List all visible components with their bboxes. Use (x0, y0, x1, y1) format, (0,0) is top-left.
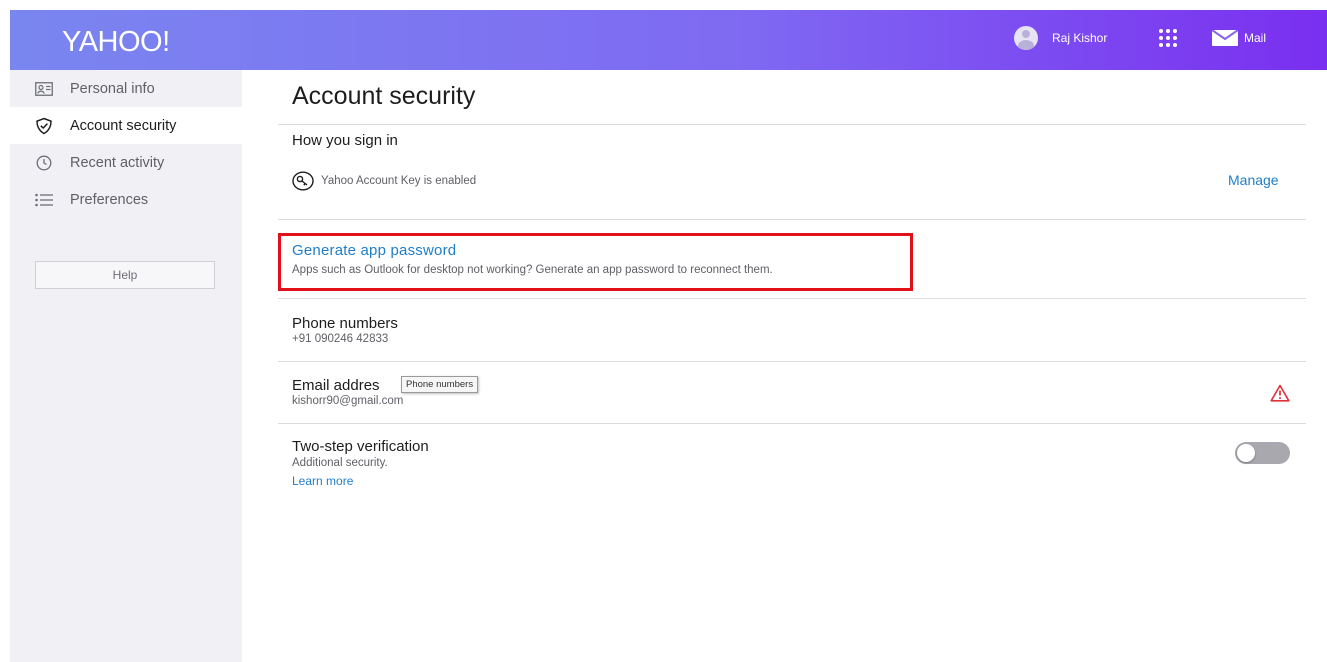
phone-number-value: +91 090246 42833 (292, 333, 389, 345)
warning-icon[interactable] (1270, 384, 1290, 402)
manage-link[interactable]: Manage (1228, 172, 1279, 188)
apps-grid-icon[interactable] (1157, 27, 1179, 49)
section-heading-phone[interactable]: Phone numbers (292, 315, 398, 332)
mail-label: Mail (1244, 31, 1267, 45)
sidebar-item-personal-info[interactable]: Personal info (10, 70, 242, 107)
section-heading-email[interactable]: Email addres (292, 377, 380, 394)
avatar (1014, 26, 1038, 50)
user-name: Raj Kishor (1052, 31, 1108, 45)
id-card-icon (35, 80, 53, 98)
section-heading-sign-in: How you sign in (292, 132, 398, 149)
envelope-icon (1212, 30, 1238, 46)
two-step-toggle[interactable] (1235, 442, 1290, 464)
divider (278, 298, 1306, 299)
mail-link[interactable]: Mail (1212, 30, 1266, 46)
list-icon (35, 191, 53, 209)
sidebar-item-recent-activity[interactable]: Recent activity (10, 144, 242, 181)
sidebar-item-label: Account security (70, 117, 177, 134)
toggle-knob (1237, 444, 1255, 462)
sidebar-item-preferences[interactable]: Preferences (10, 181, 242, 218)
sidebar-item-account-security[interactable]: Account security (10, 107, 242, 144)
generate-app-password-link[interactable]: Generate app password (292, 242, 456, 259)
sidebar-item-label: Personal info (70, 80, 155, 97)
sidebar-item-label: Preferences (70, 191, 149, 208)
yahoo-logo[interactable]: YAHOO! (62, 26, 170, 59)
sidebar-item-label: Recent activity (70, 154, 165, 171)
user-menu[interactable]: Raj Kishor (1014, 26, 1107, 50)
clock-icon (35, 154, 53, 172)
app-password-description: Apps such as Outlook for desktop not wor… (292, 264, 773, 276)
section-heading-two-step: Two-step verification (292, 438, 429, 455)
account-key-status: Yahoo Account Key is enabled (321, 175, 477, 187)
divider (278, 361, 1306, 362)
two-step-description: Additional security. (292, 457, 388, 469)
shield-check-icon (35, 117, 53, 135)
top-header: YAHOO! Raj Kishor Mail (10, 10, 1327, 70)
page-title: Account security (292, 82, 476, 110)
divider (278, 124, 1306, 125)
help-button[interactable]: Help (35, 261, 215, 289)
email-value: kishorr90@gmail.com (292, 395, 404, 407)
key-icon (292, 171, 314, 191)
divider (278, 423, 1306, 424)
learn-more-link[interactable]: Learn more (292, 474, 353, 488)
tooltip: Phone numbers (401, 376, 479, 393)
account-key-row: Yahoo Account Key is enabled (292, 171, 476, 191)
divider (278, 219, 1306, 220)
sidebar: Personal info Account security Recent ac… (10, 70, 242, 662)
